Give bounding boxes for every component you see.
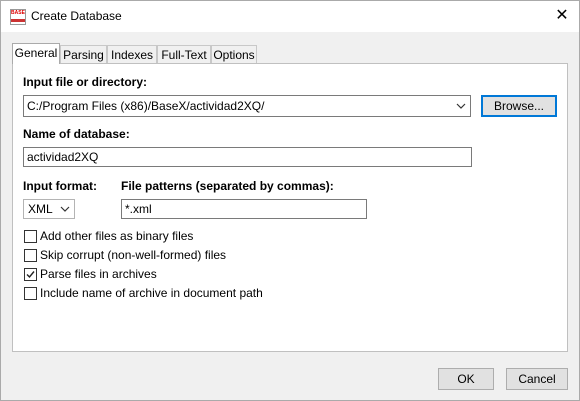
add-binary-files-checkbox[interactable] [24, 230, 37, 243]
app-icon-text: BASE [11, 10, 25, 16]
cancel-button[interactable]: Cancel [506, 368, 568, 390]
create-database-dialog: BASE Create Database ✕ General Parsing I… [0, 0, 580, 401]
include-archive-name-label[interactable]: Include name of archive in document path [40, 286, 263, 300]
input-file-label: Input file or directory: [23, 75, 148, 89]
skip-corrupt-files-label[interactable]: Skip corrupt (non-well-formed) files [40, 248, 226, 262]
input-path-value: C:/Program Files (x86)/BaseX/actividad2X… [27, 99, 265, 113]
chevron-down-icon[interactable] [456, 96, 466, 116]
checkmark-icon [26, 271, 35, 279]
tab-indexes[interactable]: Indexes [107, 45, 157, 63]
window-title: Create Database [31, 9, 122, 23]
input-format-value: XML [28, 202, 53, 216]
tab-options[interactable]: Options [211, 45, 257, 63]
chevron-down-icon[interactable] [60, 200, 70, 220]
browse-button[interactable]: Browse... [481, 95, 557, 117]
close-icon[interactable]: ✕ [549, 4, 575, 28]
database-name-label: Name of database: [23, 127, 130, 141]
general-tab-panel: Input file or directory: C:/Program File… [12, 63, 568, 352]
tab-parsing[interactable]: Parsing [60, 45, 107, 63]
file-patterns-field[interactable]: *.xml [121, 199, 367, 219]
input-path-combobox[interactable]: C:/Program Files (x86)/BaseX/actividad2X… [23, 95, 471, 117]
file-patterns-label: File patterns (separated by commas): [121, 179, 334, 193]
parse-archives-label[interactable]: Parse files in archives [40, 267, 157, 281]
include-archive-name-checkbox[interactable] [24, 287, 37, 300]
skip-corrupt-files-checkbox[interactable] [24, 249, 37, 262]
add-binary-files-label[interactable]: Add other files as binary files [40, 229, 193, 243]
title-bar: BASE Create Database ✕ [1, 1, 579, 32]
tab-general[interactable]: General [12, 43, 60, 64]
input-format-label: Input format: [23, 179, 97, 193]
tab-full-text[interactable]: Full-Text [157, 45, 211, 63]
ok-button[interactable]: OK [438, 368, 494, 390]
parse-archives-checkbox[interactable] [24, 268, 37, 281]
input-format-select[interactable]: XML [23, 199, 75, 219]
basex-app-icon: BASE [10, 9, 26, 25]
database-name-field[interactable]: actividad2XQ [23, 147, 472, 167]
